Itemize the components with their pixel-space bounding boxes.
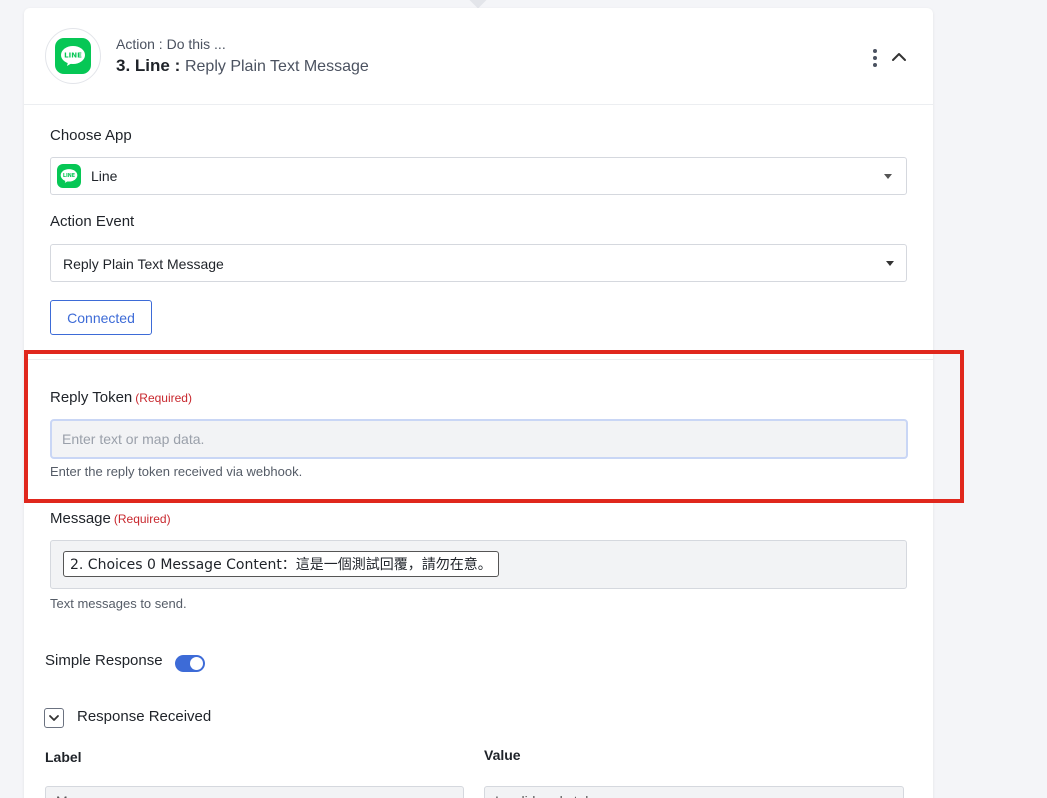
checkmark-chevron-icon <box>49 715 59 721</box>
message-label: Message (Required) <box>50 510 171 527</box>
reply-token-input[interactable] <box>50 419 908 459</box>
more-options-icon[interactable] <box>867 46 883 70</box>
choose-app-label: Choose App <box>50 127 132 144</box>
app-avatar: LINE <box>45 28 101 84</box>
choose-app-select[interactable]: LINE Line <box>50 157 907 195</box>
value-column-header: Value <box>484 747 521 763</box>
action-event-select[interactable]: Reply Plain Text Message <box>50 244 907 282</box>
step-header[interactable]: LINE Action : Do this ... 3. Line : Repl… <box>24 8 933 105</box>
required-marker: (Required) <box>113 512 171 526</box>
dropdown-caret-icon <box>886 261 894 266</box>
action-event-value: Reply Plain Text Message <box>63 256 224 272</box>
line-logo-icon: LINE <box>57 164 81 188</box>
reply-token-help: Enter the reply token received via webho… <box>50 464 303 479</box>
required-marker: (Required) <box>135 391 192 405</box>
step-title: 3. Line : Reply Plain Text Message <box>116 56 369 76</box>
dropdown-caret-icon <box>884 174 892 179</box>
section-divider <box>24 359 933 360</box>
action-step-card: LINE Action : Do this ... 3. Line : Repl… <box>24 8 933 798</box>
step-subtitle: Action : Do this ... <box>116 36 226 52</box>
response-received-label: Response Received <box>77 708 212 725</box>
line-logo-icon: LINE <box>55 38 91 74</box>
message-input[interactable]: 2. Choices 0 Message Content：這是一個測試回覆，請勿… <box>50 540 907 589</box>
simple-response-toggle[interactable] <box>175 655 205 672</box>
action-event-label: Action Event <box>50 213 135 230</box>
message-help: Text messages to send. <box>50 596 187 611</box>
svg-text:LINE: LINE <box>63 173 75 179</box>
response-value-input[interactable]: Invalid reply token <box>484 786 904 798</box>
simple-response-label: Simple Response <box>45 652 163 669</box>
mapped-data-chip[interactable]: 2. Choices 0 Message Content：這是一個測試回覆，請勿… <box>63 551 499 577</box>
chevron-up-icon[interactable] <box>890 48 908 66</box>
step-event-name: Reply Plain Text Message <box>184 58 369 75</box>
connected-button[interactable]: Connected <box>50 300 152 335</box>
message-label-text: Message <box>50 510 111 527</box>
svg-text:LINE: LINE <box>64 52 82 60</box>
reply-token-label: Reply Token (Required) <box>50 389 192 406</box>
step-app-name: 3. Line : <box>116 56 181 75</box>
reply-token-label-text: Reply Token <box>50 389 133 406</box>
toggle-knob <box>190 657 203 670</box>
response-received-checkbox[interactable] <box>44 708 64 728</box>
response-label-input[interactable]: M <box>45 786 464 798</box>
label-column-header: Label <box>45 749 82 765</box>
choose-app-value: Line <box>91 168 118 184</box>
